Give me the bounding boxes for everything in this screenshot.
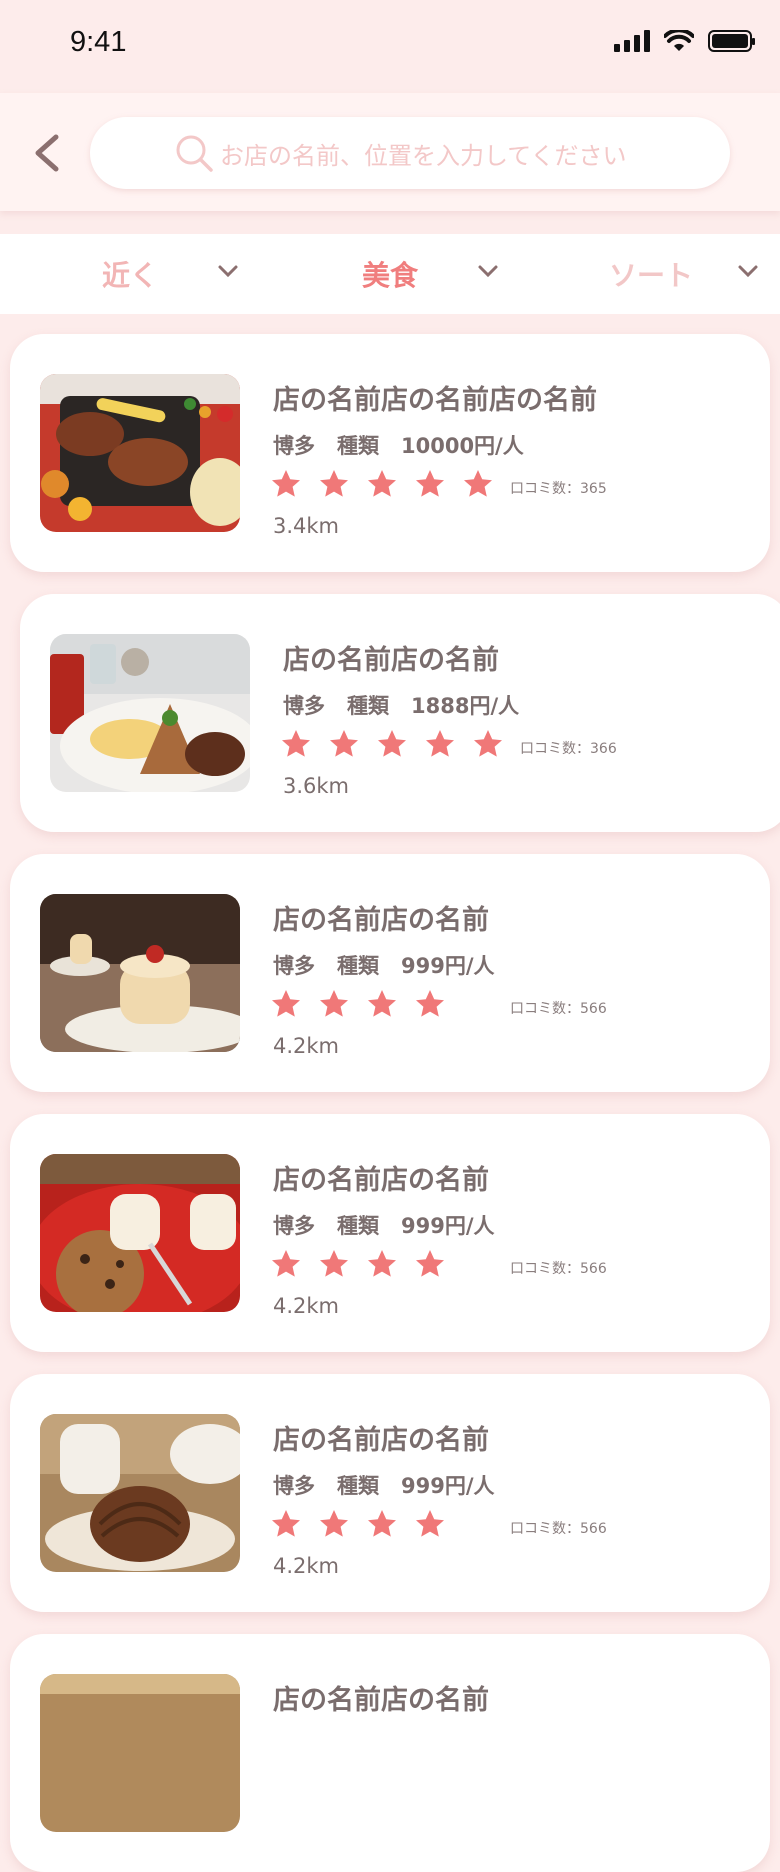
star-icon <box>272 1250 300 1277</box>
restaurant-area: 博多 <box>273 954 315 978</box>
restaurant-distance: 3.4km <box>273 514 340 538</box>
restaurant-photo-cake <box>40 894 240 1052</box>
restaurant-category: 種類 <box>337 434 379 458</box>
restaurant-card[interactable]: 店の名前店の名前 博多 種類 1888円/人 口コミ数：366 3.6km <box>20 594 780 832</box>
restaurant-category: 種類 <box>337 1474 379 1498</box>
filter-nearby[interactable]: 近く <box>102 234 158 314</box>
status-time: 9:41 <box>70 26 127 58</box>
restaurant-category: 種類 <box>337 954 379 978</box>
restaurant-photo-mont-blanc <box>40 1414 240 1572</box>
restaurant-distance: 4.2km <box>273 1294 340 1318</box>
restaurant-photo-breakfast <box>50 634 250 792</box>
search-input[interactable]: お店の名前、位置を入力してください <box>90 117 730 189</box>
star-icon <box>416 990 444 1017</box>
restaurant-area: 博多 <box>273 1214 315 1238</box>
restaurant-distance: 3.6km <box>283 774 350 798</box>
star-icon <box>320 1250 348 1277</box>
search-header: お店の名前、位置を入力してください <box>0 93 780 211</box>
star-icon <box>368 470 396 497</box>
rating-stars <box>270 1248 446 1280</box>
star-icon <box>416 470 444 497</box>
restaurant-price: 999円/人 <box>401 1214 495 1238</box>
restaurant-meta: 博多 種類 1888円/人 <box>283 690 519 720</box>
review-count: 口コミ数：566 <box>510 1521 607 1537</box>
restaurant-photo-bbq <box>40 374 240 532</box>
restaurant-photo-partial <box>40 1674 240 1832</box>
filter-sort[interactable]: ソート <box>609 234 693 314</box>
star-icon <box>282 730 310 757</box>
star-icon <box>368 990 396 1017</box>
review-count: 口コミ数：566 <box>510 1001 607 1017</box>
restaurant-meta: 博多 種類 999円/人 <box>273 1210 495 1240</box>
restaurant-area: 博多 <box>283 694 325 718</box>
star-icon <box>464 470 492 497</box>
restaurant-card[interactable]: 店の名前店の名前 <box>10 1634 770 1872</box>
restaurant-meta: 博多 種類 999円/人 <box>273 950 495 980</box>
restaurant-category: 種類 <box>347 694 389 718</box>
star-icon <box>474 730 502 757</box>
status-icons <box>614 30 755 52</box>
search-placeholder: お店の名前、位置を入力してください <box>220 141 627 170</box>
restaurant-area: 博多 <box>273 434 315 458</box>
filter-label-sort: ソート <box>609 259 694 292</box>
chevron-down-icon[interactable] <box>477 264 499 278</box>
rating-stars <box>280 728 504 760</box>
filter-label-nearby: 近く <box>102 259 159 292</box>
rating-stars <box>270 988 446 1020</box>
restaurant-card[interactable]: 店の名前店の名前 博多 種類 999円/人 口コミ数：566 4.2km <box>10 854 770 1092</box>
star-icon <box>272 1510 300 1537</box>
chevron-down-icon[interactable] <box>217 264 239 278</box>
review-count: 口コミ数：566 <box>510 1261 607 1277</box>
star-icon <box>416 1510 444 1537</box>
star-icon <box>378 730 406 757</box>
restaurant-card[interactable]: 店の名前店の名前 博多 種類 999円/人 口コミ数：566 4.2km <box>10 1374 770 1612</box>
restaurant-name: 店の名前店の名前 <box>273 1425 489 1456</box>
restaurant-name: 店の名前店の名前 <box>283 645 499 676</box>
star-icon <box>272 470 300 497</box>
star-icon <box>320 990 348 1017</box>
restaurant-price: 999円/人 <box>401 1474 495 1498</box>
filter-bar: 近く 美食 ソート <box>0 234 780 314</box>
rating-stars <box>270 468 494 500</box>
chevron-down-icon[interactable] <box>737 264 759 278</box>
star-icon <box>330 730 358 757</box>
star-icon <box>416 1250 444 1277</box>
restaurant-name: 店の名前店の名前 <box>273 1165 489 1196</box>
restaurant-name: 店の名前店の名前店の名前 <box>273 385 597 416</box>
filter-label-cuisine: 美食 <box>362 259 419 292</box>
restaurant-distance: 4.2km <box>273 1034 340 1058</box>
restaurant-price: 1888円/人 <box>411 694 520 718</box>
restaurant-name: 店の名前店の名前 <box>273 1685 489 1716</box>
restaurant-area: 博多 <box>273 1474 315 1498</box>
filter-cuisine[interactable]: 美食 <box>362 234 418 314</box>
search-icon <box>176 135 213 172</box>
star-icon <box>368 1510 396 1537</box>
restaurant-card[interactable]: 店の名前店の名前 博多 種類 999円/人 口コミ数：566 4.2km <box>10 1114 770 1352</box>
star-icon <box>272 990 300 1017</box>
restaurant-photo-cookie <box>40 1154 240 1312</box>
restaurant-price: 999円/人 <box>401 954 495 978</box>
restaurant-distance: 4.2km <box>273 1554 340 1578</box>
restaurant-name: 店の名前店の名前 <box>273 905 489 936</box>
status-bar: 9:41 <box>0 0 780 92</box>
restaurant-meta: 博多 種類 999円/人 <box>273 1470 495 1500</box>
back-chevron-icon[interactable] <box>28 131 68 175</box>
rating-stars <box>270 1508 446 1540</box>
wifi-icon <box>664 30 694 51</box>
restaurant-card[interactable]: 店の名前店の名前店の名前 博多 種類 10000円/人 口コミ数：365 3.4km <box>10 334 770 572</box>
review-count: 口コミ数：366 <box>520 741 617 757</box>
star-icon <box>320 1510 348 1537</box>
star-icon <box>320 470 348 497</box>
restaurant-meta: 博多 種類 10000円/人 <box>273 430 524 460</box>
cellular-signal-icon <box>614 30 650 52</box>
battery-icon <box>708 30 755 52</box>
star-icon <box>426 730 454 757</box>
review-count: 口コミ数：365 <box>510 481 607 497</box>
restaurant-price: 10000円/人 <box>401 434 524 458</box>
star-icon <box>368 1250 396 1277</box>
restaurant-category: 種類 <box>337 1214 379 1238</box>
